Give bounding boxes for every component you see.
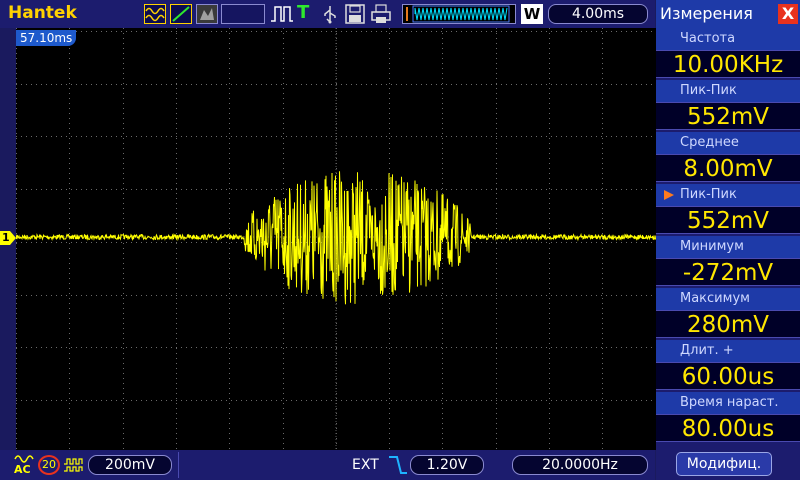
measure-label-frequency[interactable]: Частота <box>656 28 800 50</box>
waveform-display[interactable]: 57.10ms <box>16 28 656 450</box>
close-icon: X <box>781 4 795 23</box>
trigger-frequency-display: 20.0000Hz <box>512 455 648 475</box>
channel-1-trace <box>16 171 656 305</box>
measure-value-frequency: 10.00KHz <box>656 50 800 78</box>
measure-label-peak-to-peak[interactable]: Пик-Пик <box>656 80 800 102</box>
measurements-title-bar: Измерения X <box>656 0 800 28</box>
measure-label-rise-time[interactable]: Время нараст. <box>656 392 800 414</box>
memory-overview-waveform-icon <box>406 5 510 23</box>
trigger-falling-edge-icon[interactable] <box>388 454 408 476</box>
bandwidth-limit-icon[interactable] <box>63 456 85 474</box>
measure-label-mean[interactable]: Среднее <box>656 132 800 154</box>
memory-overview-bar[interactable] <box>402 4 516 24</box>
close-button[interactable]: X <box>778 4 798 24</box>
measurements-title: Измерения <box>660 4 753 23</box>
measure-label-peak-to-peak-selected[interactable]: Пик-Пик <box>656 184 800 206</box>
printer-icon[interactable] <box>370 4 392 24</box>
measure-label-positive-width[interactable]: Длит. + <box>656 340 800 362</box>
probe-attenuation-label: 20 <box>42 458 56 471</box>
channel-1-marker-label: 1 <box>2 231 10 244</box>
measure-label-maximum[interactable]: Максимум <box>656 288 800 310</box>
trigger-source-label[interactable]: EXT <box>352 457 379 473</box>
probe-attenuation-indicator[interactable]: 20 <box>38 455 60 475</box>
trigger-level-display[interactable]: 1.20V <box>410 455 484 475</box>
coupling-label: AC <box>14 463 31 476</box>
waveform-canvas <box>16 28 656 450</box>
time-offset-marker-label: 57.10ms <box>20 31 73 45</box>
pulse-trigger-icon <box>271 6 293 22</box>
memory-position-label: W <box>521 4 543 24</box>
measure-value-positive-width: 60.00us <box>656 362 800 390</box>
measure-value-peak-to-peak-selected: 552mV <box>656 206 800 234</box>
usb-icon <box>324 6 336 24</box>
waveform-mode-icon[interactable] <box>144 4 166 24</box>
empty-status-box <box>221 4 265 24</box>
modify-button[interactable]: Модифиц. <box>676 452 772 476</box>
save-icon[interactable] <box>345 4 365 24</box>
measure-value-mean: 8.00mV <box>656 154 800 182</box>
time-offset-display[interactable]: 4.00ms <box>548 4 648 24</box>
measurements-panel: Измерения X Частота 10.00KHz Пик-Пик 552… <box>656 0 800 480</box>
selected-arrow-icon <box>664 190 674 200</box>
measure-label-text: Пик-Пик <box>680 187 737 202</box>
measure-value-maximum: 280mV <box>656 310 800 338</box>
trigger-status-indicator: T <box>297 2 310 23</box>
measure-value-peak-to-peak: 552mV <box>656 102 800 130</box>
channel-coupling-indicator[interactable]: AC <box>14 453 34 477</box>
persistence-icon[interactable] <box>196 4 218 24</box>
bottom-divider <box>178 452 179 478</box>
measure-label-minimum[interactable]: Минимум <box>656 236 800 258</box>
time-offset-marker[interactable]: 57.10ms <box>16 30 77 46</box>
ac-coupling-icon <box>14 455 34 463</box>
top-status-bar: Hantek T W 4.00ms <box>0 0 655 28</box>
measure-value-minimum: -272mV <box>656 258 800 286</box>
volts-per-div-display[interactable]: 200mV <box>88 455 172 475</box>
channel-1-marker[interactable]: 1 <box>0 231 16 245</box>
measure-value-rise-time: 80.00us <box>656 414 800 442</box>
brand-logo: Hantek <box>8 3 77 23</box>
vector-display-icon[interactable] <box>170 4 192 24</box>
